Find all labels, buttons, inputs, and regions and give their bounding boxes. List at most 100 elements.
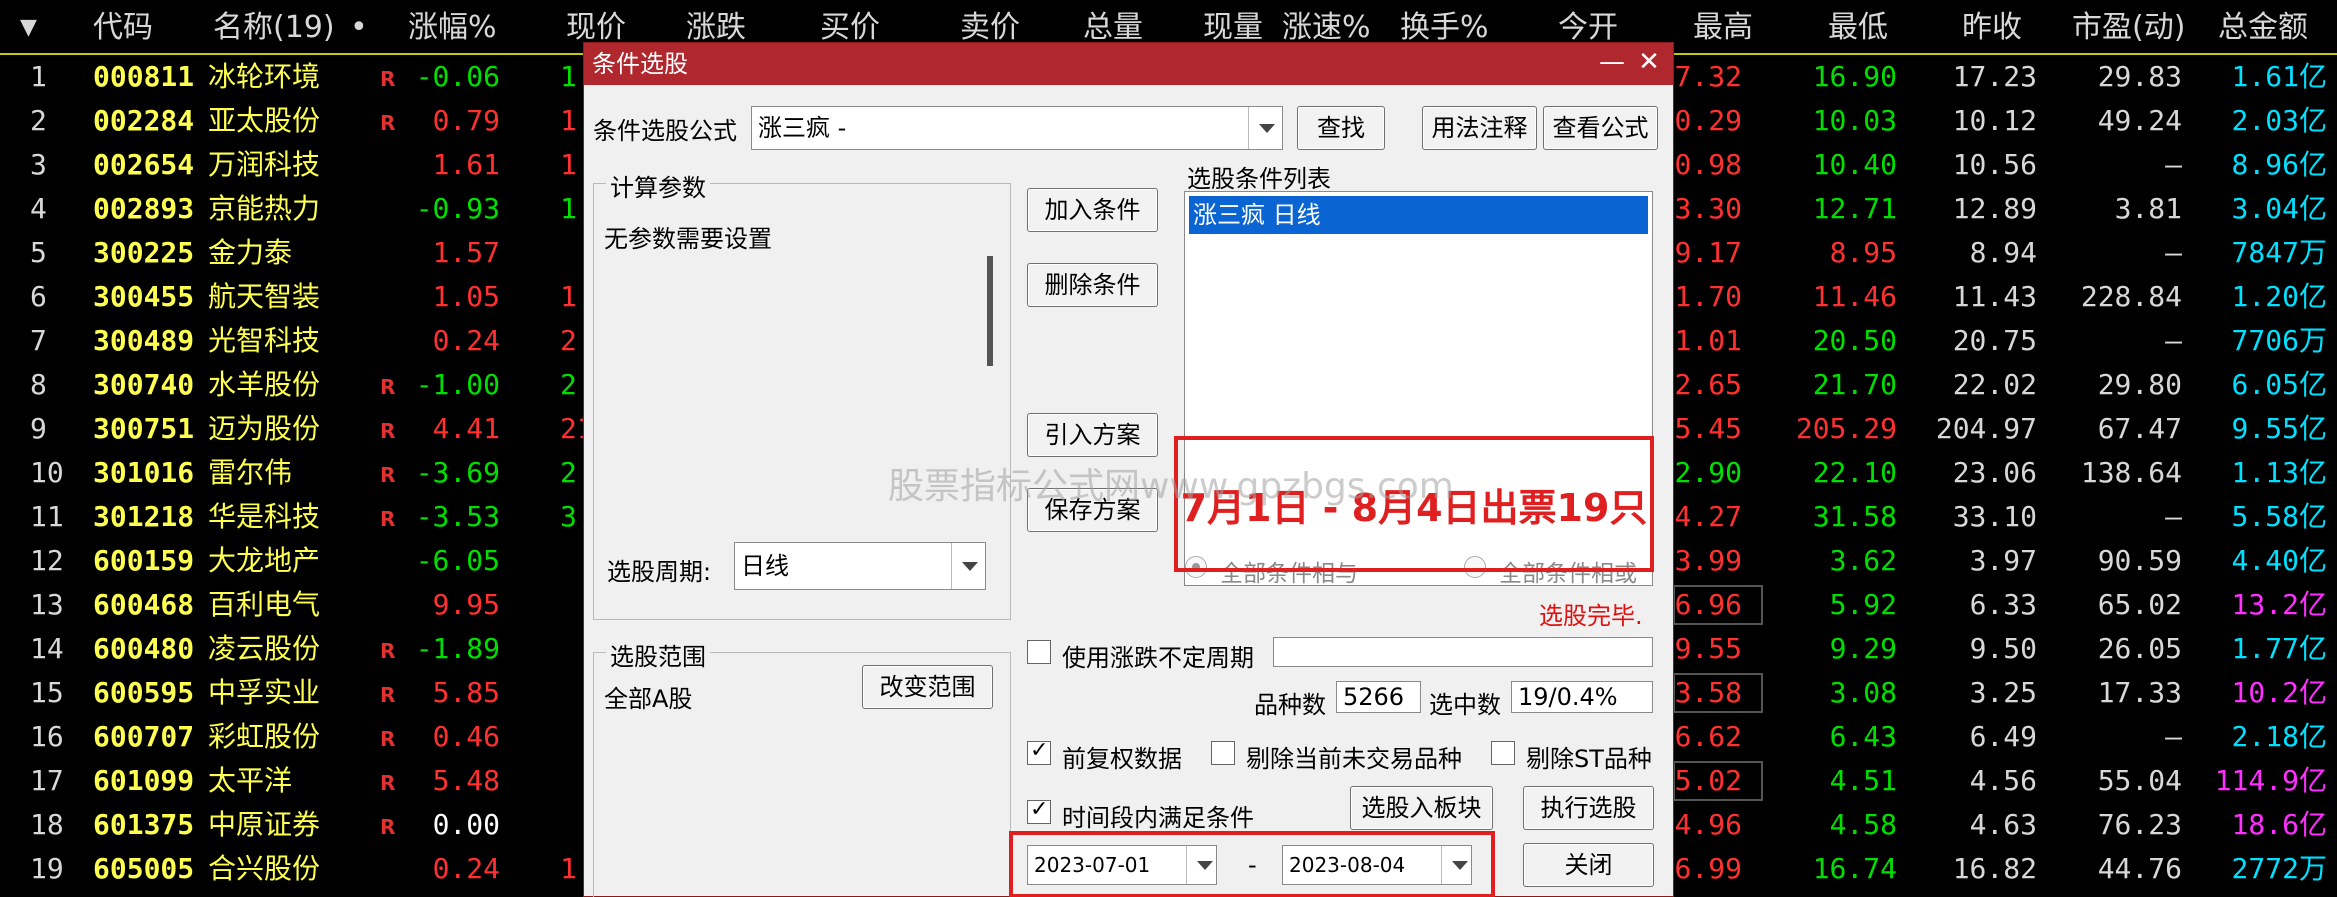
list-item[interactable]: 涨三疯 日线: [1189, 196, 1648, 234]
view-formula-button[interactable]: 查看公式: [1543, 106, 1658, 150]
stock-name: 光智科技: [208, 324, 321, 357]
stock-code: 301218: [93, 500, 195, 533]
stock-code: 300751: [93, 412, 195, 445]
col-name[interactable]: 名称(19): [213, 8, 335, 48]
margin-trading-badge: R: [380, 463, 396, 487]
col-high[interactable]: 最高: [1693, 8, 1753, 48]
minimize-icon[interactable]: —: [1596, 47, 1628, 79]
high-price-box: [1673, 585, 1763, 625]
scope-group: 选股范围 全部A股 改变范围: [593, 637, 1011, 897]
sort-arrow-icon[interactable]: ▼: [20, 8, 37, 48]
stock-code: 300455: [93, 280, 195, 313]
pe-ratio: –: [2165, 148, 2182, 181]
price-partial: 2: [560, 368, 577, 401]
price-partial: 3: [560, 500, 577, 533]
formula-select[interactable]: 涨三疯 -: [751, 106, 1283, 150]
amount-value: 1.20: [2231, 280, 2299, 313]
margin-trading-badge: R: [380, 111, 396, 135]
price-partial: 1: [560, 852, 577, 885]
margin-trading-badge: R: [380, 507, 396, 531]
save-plan-button[interactable]: 保存方案: [1027, 488, 1158, 532]
irregular-period-input[interactable]: [1273, 637, 1653, 667]
low-price: 12.71: [1812, 192, 1897, 225]
pe-ratio: –: [2165, 500, 2182, 533]
period-condition-checkbox[interactable]: [1027, 797, 1051, 824]
change-pct: -1.89: [415, 632, 500, 665]
chevron-down-icon[interactable]: [951, 543, 985, 589]
amount-unit: 亿: [2298, 500, 2327, 533]
stock-name: 大龙地产: [208, 544, 321, 577]
margin-trading-badge: R: [380, 771, 396, 795]
col-change-pct[interactable]: 涨幅%: [408, 8, 497, 48]
execute-filter-button[interactable]: 执行选股: [1523, 786, 1654, 830]
pe-ratio: 67.47: [2097, 412, 2182, 445]
price-partial: 1: [560, 280, 577, 313]
prev-close: 204.97: [1935, 412, 2037, 445]
dialog-titlebar[interactable]: 条件选股: [584, 43, 1673, 85]
pe-ratio: 26.05: [2097, 632, 2182, 665]
amount-unit: 亿: [2298, 368, 2327, 401]
row-index: 1: [30, 60, 47, 93]
forward-adjust-checkbox[interactable]: [1027, 738, 1051, 765]
period-select[interactable]: 日线: [734, 542, 986, 590]
close-button[interactable]: 关闭: [1523, 843, 1654, 887]
amount-value: 5.58: [2231, 500, 2299, 533]
col-amount[interactable]: 总金额: [2218, 8, 2308, 48]
low-price: 16.90: [1812, 60, 1897, 93]
total-amount: 6.05亿: [2232, 363, 2327, 407]
total-amount: 7847万: [2232, 231, 2327, 275]
stock-name: 合兴股份: [208, 852, 321, 885]
prev-close: 6.49: [1969, 720, 2037, 753]
exclude-st-checkbox[interactable]: [1491, 741, 1515, 765]
pe-ratio: 17.33: [2097, 676, 2182, 709]
usage-notes-button[interactable]: 用法注释: [1422, 106, 1537, 150]
change-pct: -6.05: [415, 544, 500, 577]
stock-name: 彩虹股份: [208, 720, 321, 753]
margin-trading-badge: R: [380, 419, 396, 443]
dialog-title: 条件选股: [592, 50, 688, 78]
price-partial: 1: [560, 148, 577, 181]
stock-name: 迈为股份: [208, 412, 321, 445]
change-pct: -1.00: [415, 368, 500, 401]
amount-value: 4.40: [2231, 544, 2299, 577]
row-index: 9: [30, 412, 47, 445]
col-prev-close[interactable]: 昨收: [1962, 8, 2022, 48]
stock-name: 水羊股份: [208, 368, 321, 401]
total-amount: 1.13亿: [2232, 451, 2327, 495]
scope-value: 全部A股: [604, 685, 693, 713]
params-scrollbar[interactable]: [987, 256, 993, 366]
row-index: 3: [30, 148, 47, 181]
irregular-period-checkbox[interactable]: [1027, 640, 1051, 664]
amount-unit: 亿: [2298, 456, 2327, 489]
add-condition-button[interactable]: 加入条件: [1027, 188, 1158, 232]
chevron-down-icon[interactable]: [1248, 107, 1282, 149]
total-amount: 4.40亿: [2232, 539, 2327, 583]
change-scope-button[interactable]: 改变范围: [862, 665, 993, 709]
col-code[interactable]: 代码: [93, 8, 153, 48]
change-pct: 5.85: [432, 676, 500, 709]
params-group: 计算参数 无参数需要设置 选股周期: 日线: [593, 168, 1011, 620]
total-amount: 5.58亿: [2232, 495, 2327, 539]
amount-value: 10.2: [2231, 676, 2299, 709]
exclude-untraded-checkbox[interactable]: [1211, 741, 1235, 765]
stock-code: 601375: [93, 808, 195, 841]
price-partial: 1: [560, 104, 577, 137]
import-plan-button[interactable]: 引入方案: [1027, 413, 1158, 457]
amount-value: 2772: [2231, 852, 2299, 885]
result-annotation: 7月1日 - 8月4日出票19只: [1180, 485, 1648, 530]
row-index: 8: [30, 368, 47, 401]
find-button[interactable]: 查找: [1297, 106, 1385, 150]
add-to-board-button[interactable]: 选股入板块: [1350, 786, 1493, 830]
stock-code: 600159: [93, 544, 195, 577]
row-index: 15: [30, 676, 64, 709]
col-pe[interactable]: 市盈(动): [2072, 8, 2185, 48]
prev-close: 33.10: [1952, 500, 2037, 533]
delete-condition-button[interactable]: 删除条件: [1027, 263, 1158, 307]
col-low[interactable]: 最低: [1828, 8, 1888, 48]
row-index: 2: [30, 104, 47, 137]
margin-trading-badge: R: [380, 815, 396, 839]
total-amount: 13.2亿: [2232, 583, 2327, 627]
close-icon[interactable]: ✕: [1633, 47, 1665, 79]
amount-unit: 万: [2298, 852, 2327, 885]
pe-ratio: 29.83: [2097, 60, 2182, 93]
